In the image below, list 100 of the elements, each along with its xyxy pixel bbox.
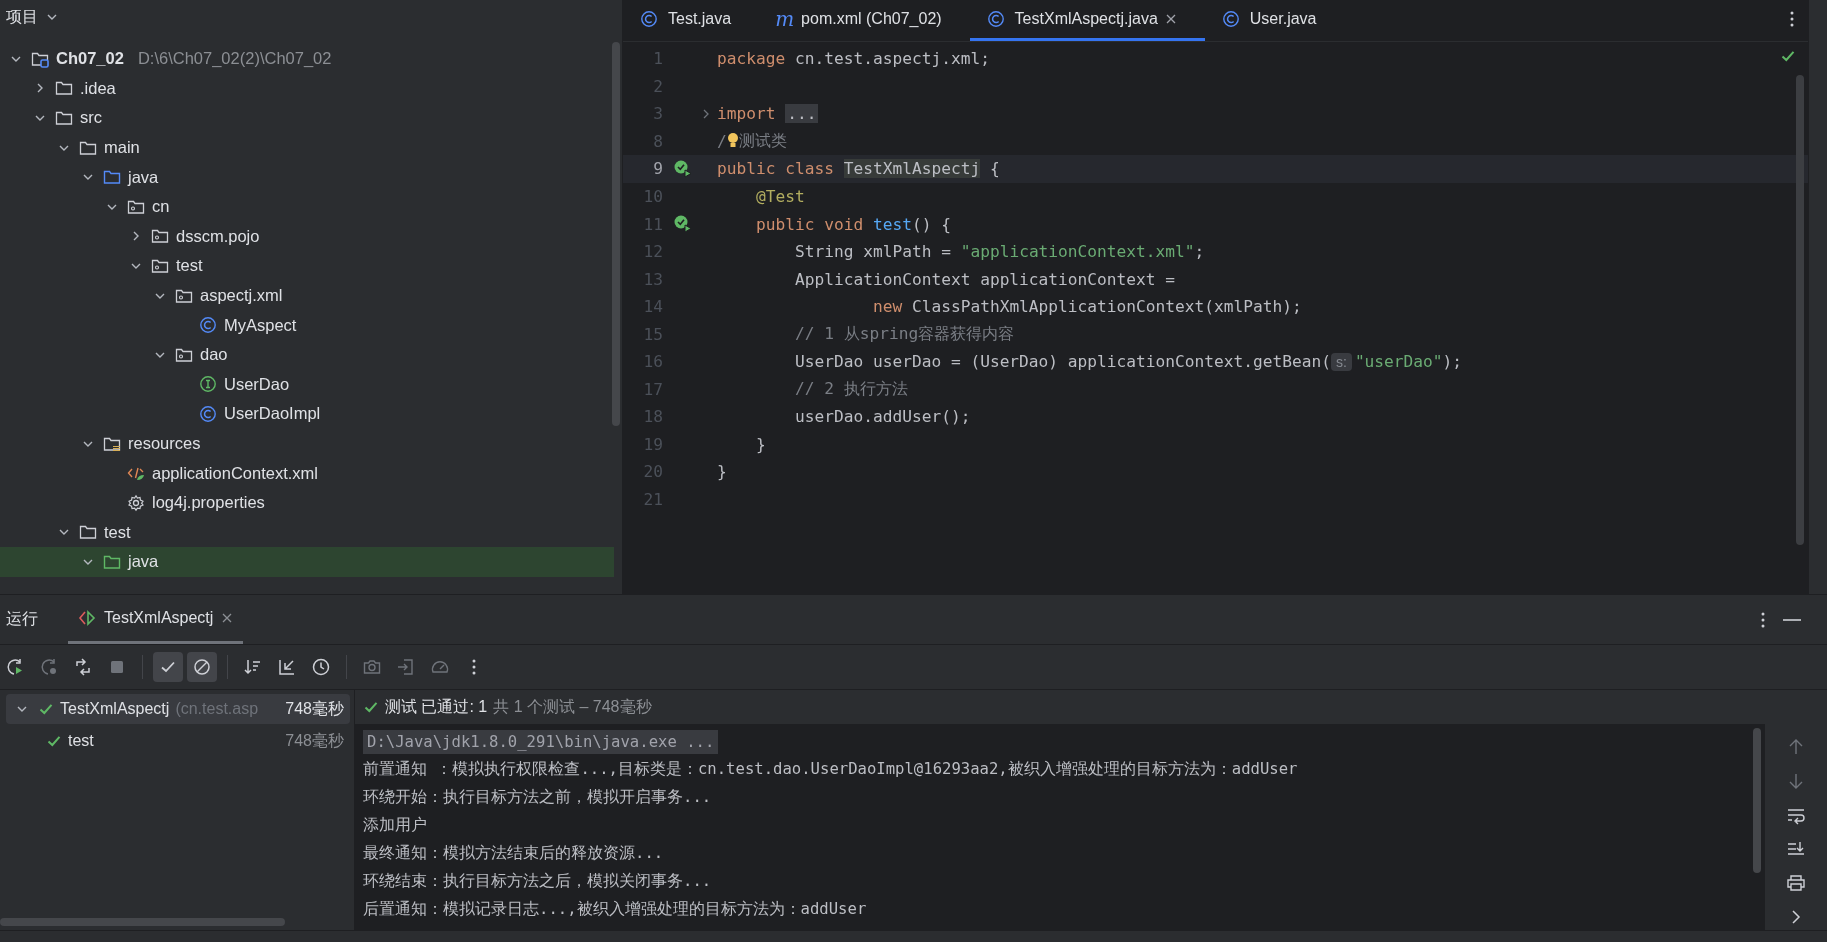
rerun-icon bbox=[5, 657, 25, 677]
sort-icon bbox=[243, 657, 263, 677]
console-line: 环绕结束：执行目标方法之后，模拟关闭事务... bbox=[363, 870, 712, 892]
panel-title[interactable]: 项目 bbox=[6, 6, 58, 28]
code-line: userDao.addUser(); bbox=[793, 407, 971, 427]
test-package: (cn.test.asp bbox=[175, 700, 259, 718]
interface-icon bbox=[198, 375, 218, 394]
run-tab[interactable]: TestXmlAspectj bbox=[68, 595, 244, 644]
tree-item[interactable]: src bbox=[0, 103, 614, 133]
run-test-icon[interactable] bbox=[673, 158, 693, 179]
code-line: // 1 从spring容器获得内容 bbox=[793, 323, 1015, 346]
console-line: 后置通知：模拟记录日志...,被织入增强处理的目标方法为：addUser bbox=[363, 898, 867, 920]
folder-icon bbox=[54, 109, 74, 127]
export-icon bbox=[396, 657, 416, 677]
collapse-icon bbox=[277, 657, 297, 677]
tree-item[interactable]: applicationContext.xml bbox=[0, 458, 614, 488]
console-line: 环绕开始：执行目标方法之前，模拟开启事务... bbox=[363, 787, 712, 809]
tree-item[interactable]: test bbox=[0, 517, 614, 548]
class-icon bbox=[639, 10, 659, 28]
test-item[interactable]: test 748毫秒 bbox=[6, 726, 350, 756]
minimize-icon[interactable] bbox=[1783, 617, 1801, 622]
panel-title: 运行 bbox=[5, 609, 39, 629]
scrollbar[interactable] bbox=[1796, 75, 1804, 545]
tree-item[interactable]: java bbox=[0, 162, 614, 192]
tree-item[interactable]: cn bbox=[0, 191, 614, 222]
console-line: 最终通知：模拟方法结束后的释放资源... bbox=[363, 843, 664, 864]
scrollbar[interactable] bbox=[0, 918, 285, 926]
code-line: import ... bbox=[717, 104, 819, 124]
gear-icon bbox=[126, 493, 146, 512]
code-line: // 2 执行方法 bbox=[793, 378, 908, 401]
tree-item[interactable]: resources bbox=[0, 428, 614, 459]
clock-icon bbox=[311, 657, 331, 677]
run-test-icon[interactable] bbox=[673, 214, 693, 235]
more-icon bbox=[472, 659, 476, 675]
code-line: UserDao userDao = (UserDao) applicationContext.getBean( s: "userDao"); bbox=[793, 352, 1463, 372]
folder-icon bbox=[102, 168, 122, 187]
close-icon[interactable] bbox=[1164, 13, 1177, 25]
code-line: / 测试类 bbox=[717, 130, 787, 153]
scrollbar[interactable] bbox=[612, 42, 620, 426]
console-command: D:\Java\jdk1.8.0_291\bin\java.exe ... bbox=[363, 729, 719, 754]
code-line: String xmlPath = "applicationContext.xml"; bbox=[793, 242, 1205, 262]
tree-item[interactable]: dao bbox=[0, 339, 614, 370]
rerun-icon bbox=[39, 657, 59, 677]
tree-item[interactable]: MyAspect bbox=[0, 310, 614, 340]
check-icon bbox=[46, 733, 62, 749]
parameter-hint: s: bbox=[1331, 352, 1352, 371]
folder-icon bbox=[78, 523, 98, 542]
editor-tab[interactable]: Test.java bbox=[623, 0, 760, 41]
console-line: 前置通知 ：模拟执行权限检查...,目标类是：cn.test.dao.UserDaoImpl@16293aa2,被织入增强处理的目标方法为：addUser bbox=[363, 759, 1298, 781]
code-line: package cn.test.aspectj.xml; bbox=[717, 49, 990, 69]
class-icon bbox=[1220, 10, 1241, 28]
code-line: } bbox=[754, 434, 766, 454]
check-icon bbox=[38, 701, 54, 717]
tree-item[interactable]: java bbox=[0, 547, 614, 577]
class-icon bbox=[985, 10, 1006, 28]
test-status: 测试 已通过: 1 bbox=[385, 696, 488, 717]
more-icon bbox=[1761, 611, 1765, 628]
test-summary: 共 1 个测试 – 748毫秒 bbox=[493, 696, 652, 717]
code-line: new ClassPathXmlApplicationContext(xmlPath); bbox=[871, 297, 1302, 317]
line-number: 9 bbox=[652, 159, 663, 179]
tree-item[interactable]: .idea bbox=[0, 73, 614, 104]
toolbar-button[interactable] bbox=[187, 652, 217, 682]
editor-tab[interactable]: User.java bbox=[1204, 0, 1345, 41]
tree-item[interactable]: UserDaoImpl bbox=[0, 399, 614, 429]
console-line: 添加用户 bbox=[363, 815, 427, 837]
maven-icon: m bbox=[775, 7, 795, 31]
check-icon bbox=[363, 699, 379, 715]
tree-item[interactable]: UserDao bbox=[0, 369, 614, 400]
test-duration: 748毫秒 bbox=[285, 730, 345, 751]
code-line: public void test() { bbox=[754, 214, 951, 234]
more-icon bbox=[1790, 10, 1794, 27]
class-icon bbox=[198, 316, 218, 335]
project-path: D:\6\Ch07_02(2)\Ch07_02 bbox=[137, 49, 332, 69]
class-icon bbox=[198, 404, 218, 423]
loop-arrows-icon bbox=[73, 657, 93, 677]
toolbar-button[interactable] bbox=[153, 652, 183, 682]
tree-item[interactable]: aspectj.xml bbox=[0, 280, 614, 311]
folded-code[interactable]: ... bbox=[785, 104, 819, 124]
scrollbar[interactable] bbox=[1753, 728, 1761, 873]
editor-tab[interactable]: TestXmlAspectj.java bbox=[969, 0, 1205, 41]
code-line: } bbox=[717, 462, 727, 482]
tree-item[interactable]: main bbox=[0, 132, 614, 163]
folder-icon bbox=[54, 79, 74, 98]
code-line: ApplicationContext applicationContext = bbox=[793, 269, 1176, 289]
test-run-icon bbox=[78, 610, 96, 626]
editor-tab[interactable]: m pom.xml (Ch07_02) bbox=[759, 0, 970, 41]
package-icon bbox=[150, 227, 170, 246]
tree-item[interactable]: dsscm.pojo bbox=[0, 221, 614, 252]
printer-icon bbox=[1786, 872, 1806, 893]
tree-item[interactable]: log4j.properties bbox=[0, 487, 614, 518]
test-item[interactable]: TestXmlAspectj (cn.test.asp 748毫秒 bbox=[6, 694, 350, 724]
tree-item[interactable]: Ch07_02 D:\6\Ch07_02(2)\Ch07_02 bbox=[0, 44, 614, 74]
tree-item[interactable]: test bbox=[0, 251, 614, 281]
check-icon bbox=[1780, 48, 1796, 64]
code-line: public class TestXmlAspectj { bbox=[717, 159, 1000, 179]
code-line: @Test bbox=[754, 187, 805, 206]
camera-icon bbox=[362, 657, 382, 677]
close-icon[interactable] bbox=[221, 612, 234, 624]
no-entry-icon bbox=[192, 657, 212, 677]
chevron-right-icon[interactable] bbox=[701, 107, 711, 120]
